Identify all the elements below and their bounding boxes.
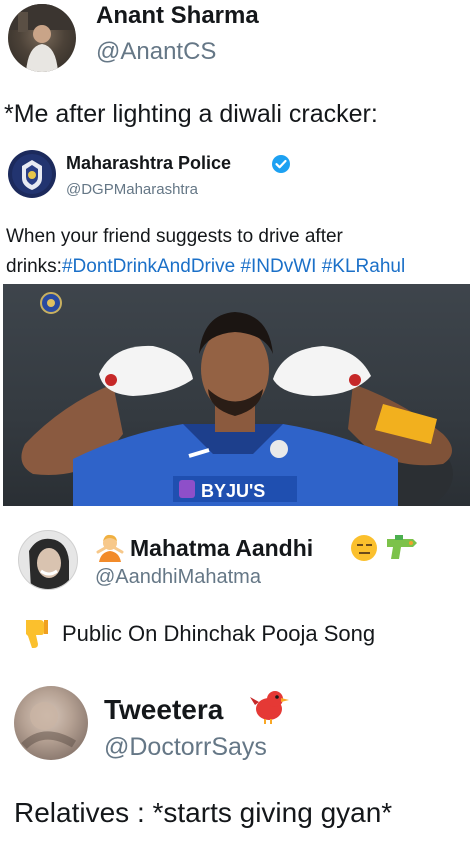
tweet3-name[interactable]: Mahatma Aandhi: [130, 535, 313, 562]
jersey-sponsor-logo: BYJU'S: [201, 481, 265, 501]
person-portrait-icon: [29, 538, 69, 589]
person-photo-icon: [8, 4, 76, 72]
tweet2-handle[interactable]: @DGPMaharashtra: [66, 181, 198, 198]
cricketer-photo: BYJU'S: [21, 292, 453, 506]
tweet2-name[interactable]: Maharashtra Police: [66, 153, 231, 174]
tweet2-image[interactable]: BYJU'S: [3, 284, 470, 506]
tweet2-text-line1: When your friend suggests to drive after: [6, 226, 343, 247]
anant-avatar[interactable]: [8, 4, 76, 72]
red-bird-emoji: [249, 685, 289, 725]
person-gesturing-emoji: [95, 532, 125, 562]
tweet2-text-prefix: drinks:: [6, 256, 62, 277]
tweet3-text: Public On Dhinchak Pooja Song: [62, 621, 376, 646]
tweetera-avatar[interactable]: [14, 686, 88, 760]
verified-badge-icon: [271, 154, 291, 174]
water-pistol-emoji: [385, 533, 419, 563]
maharashtra-police-avatar[interactable]: [8, 150, 56, 198]
aandhi-avatar[interactable]: [18, 530, 78, 590]
tweet4-name[interactable]: Tweetera: [104, 694, 223, 726]
tweet1-handle[interactable]: @AnantCS: [96, 38, 216, 66]
police-emblem-icon: [12, 154, 52, 194]
tweet1-text: *Me after lighting a diwali cracker:: [4, 100, 378, 128]
tweet4-text: Relatives : *starts giving gyan*: [14, 797, 393, 828]
tweet3-handle[interactable]: @AandhiMahatma: [95, 566, 261, 589]
hashtag-klrahul[interactable]: #KLRahul: [322, 256, 405, 277]
hashtag-dontdrinkanddrive[interactable]: #DontDrinkAndDrive: [62, 256, 235, 277]
tweet4-handle[interactable]: @DoctorrSays: [104, 733, 267, 762]
tweet2-text-line2: drinks:#DontDrinkAndDrive #INDvWI #KLRah…: [6, 256, 405, 278]
thumbs-down-emoji: [22, 618, 50, 650]
expressionless-face-emoji: [349, 533, 379, 563]
tweet1-name[interactable]: Anant Sharma: [96, 2, 259, 30]
hashtag-indvwi[interactable]: #INDvWI: [240, 256, 316, 277]
blurry-photo-icon: [21, 702, 77, 750]
